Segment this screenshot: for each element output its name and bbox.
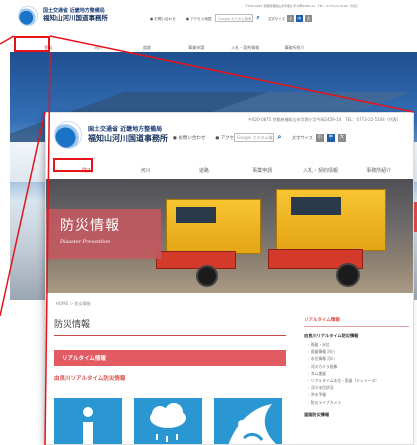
font-size-switcher: 文字サイズ 小 中 大 xyxy=(292,134,346,142)
page-title: 防災情報 xyxy=(54,313,286,336)
nav-item-douro[interactable]: 道路 xyxy=(175,163,233,178)
rain-cloud-icon xyxy=(150,403,186,442)
contact-link[interactable]: ● お問い合わせ xyxy=(173,135,205,141)
sidebar-item[interactable]: 雨量・水位 xyxy=(304,341,409,348)
font-size-large-button[interactable]: 大 xyxy=(304,15,312,22)
sidebar-item[interactable]: 水位情報 河川 xyxy=(304,355,409,362)
site-logo[interactable]: 国土交通省 近畿地方整備局 福知山河川国道事務所 xyxy=(54,121,168,149)
nav-item-nyusatsu[interactable]: 入札・契約情報 xyxy=(291,163,349,178)
banner-title: 防災情報 xyxy=(60,218,120,234)
info-icon xyxy=(83,407,93,444)
sidebar: リアルタイム情報 由良川リアルタイム防災情報 雨量・水位 雨量情報 河川 水位情… xyxy=(304,313,409,418)
sidebar-item[interactable]: 雨量情報 河川 xyxy=(304,348,409,355)
page-banner: 防災情報 Disaster Prevention xyxy=(46,179,413,293)
flood-tile[interactable] xyxy=(214,398,282,444)
font-size-small-button[interactable]: 小 xyxy=(315,134,324,142)
main-content: 防災情報 リアルタイム情報 由良川リアルタイム防災情報 xyxy=(54,313,286,444)
sidebar-item[interactable]: ダム諸量 xyxy=(304,370,409,377)
front-page-screenshot: 国土交通省 近畿地方整備局 福知山河川国道事務所 〒620-0875 京都府福知… xyxy=(45,112,414,445)
highlight-box-nav xyxy=(53,158,93,172)
site-logo[interactable]: 国土交通省 近畿地方整備局 福知山河川国道事務所 xyxy=(18,6,108,26)
mlit-logo-icon xyxy=(54,121,82,149)
nav-item-jimusho[interactable]: 事務所紹介 xyxy=(350,163,408,178)
sidebar-item[interactable]: リアルタイム水位・雨量（テレメータ） xyxy=(304,377,409,384)
banner-subtitle: Disaster Prevention xyxy=(60,239,111,245)
sidebar-list: 雨量・水位 雨量情報 河川 水位情報 河川 河川カメラ画像 ダム諸量 リアルタイ… xyxy=(304,341,409,406)
mlit-logo-icon xyxy=(18,6,38,26)
flood-icon xyxy=(228,404,276,444)
banner-label: 防災情報 Disaster Prevention xyxy=(46,209,161,259)
breadcrumb[interactable]: HOME ＞ 防災情報 xyxy=(56,301,91,307)
subsection-title[interactable]: 由良川リアルタイム防災情報 xyxy=(54,374,286,382)
nav-item-jigyou[interactable]: 事業申請 xyxy=(233,163,291,178)
sidebar-item[interactable]: 防災ライブカメラ xyxy=(304,399,409,406)
logo-title: 福知山河川国道事務所 xyxy=(88,133,168,143)
global-nav: 防災 河川 道路 事業申請 入札・契約情報 事務所紹介 xyxy=(58,163,408,178)
sidebar-item[interactable]: 河川水位状況 xyxy=(304,384,409,391)
nav-item-kasen[interactable]: 河川 xyxy=(116,163,174,178)
search-input[interactable]: Google カスタム検索 xyxy=(215,14,253,22)
font-size-small-button[interactable]: 小 xyxy=(286,15,294,22)
access-map-link[interactable]: ● アクセス地図 xyxy=(186,17,212,22)
search-icon[interactable]: ⌕ xyxy=(254,14,262,22)
sidebar-item[interactable]: 洪水予報 xyxy=(304,391,409,398)
info-tile[interactable] xyxy=(54,398,122,444)
search-icon[interactable]: ⌕ xyxy=(275,133,284,142)
contact-link[interactable]: ● お問い合わせ xyxy=(150,17,176,22)
font-size-label: 文字サイズ xyxy=(268,17,285,21)
font-size-medium-button[interactable]: 中 xyxy=(295,15,303,22)
sidebar-group-title[interactable]: 由良川リアルタイム防災情報 xyxy=(304,333,409,339)
logo-subtitle: 国土交通省 近畿地方整備局 xyxy=(88,125,163,133)
font-size-label: 文字サイズ xyxy=(292,135,313,140)
font-size-large-button[interactable]: 大 xyxy=(337,134,346,142)
sidebar-item[interactable]: 河川カメラ画像 xyxy=(304,363,409,370)
office-address: 〒620-0875 京都府福知山市字堀小字今岡2459-14 TEL：0773-… xyxy=(245,4,360,8)
sidebar-group2-title[interactable]: 道路防災情報 xyxy=(304,412,409,418)
highlight-box-nav xyxy=(14,36,50,52)
section-bar-realtime: リアルタイム情報 xyxy=(54,350,286,366)
font-size-switcher: 文字サイズ 小 中 大 xyxy=(268,15,312,22)
logo-title: 福知山河川国道事務所 xyxy=(43,14,108,23)
sidebar-title: リアルタイム情報 xyxy=(304,313,409,327)
rain-tile[interactable] xyxy=(134,398,202,444)
search-input[interactable]: Google カスタム検索 xyxy=(234,133,274,142)
office-address: 〒620-0875 京都府福知山市字堀小字今岡2459-14 TEL：0773-… xyxy=(248,117,401,122)
font-size-medium-button[interactable]: 中 xyxy=(326,134,335,142)
